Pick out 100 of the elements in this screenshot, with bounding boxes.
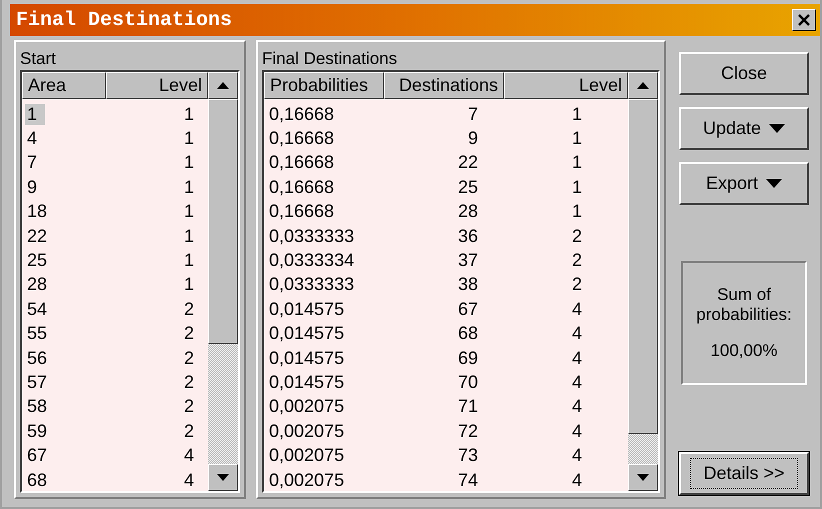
caret-icon [766,179,782,188]
table-cell: 0,014575 [269,348,344,369]
column-header[interactable]: Level [106,72,208,99]
table-cell: 0,0333333 [269,226,354,247]
table-cell: 58 [27,396,48,418]
group-label: Start [20,50,56,68]
table-cell: 70 [458,372,478,393]
column-header[interactable]: Area [22,72,106,99]
column-header[interactable]: Probabilities [264,72,384,99]
table-cell: 0,014575 [269,372,344,393]
scrollbar-thumb[interactable] [208,99,238,344]
table-cell: 2 [572,226,582,247]
table-cell: 0,002075 [269,470,344,491]
table-cell: 37 [458,250,478,272]
table-cell: 2 [572,250,582,272]
close-button[interactable]: Close [679,52,809,95]
sum-label: Sum of probabilities: [695,285,793,325]
table-cell: 2 [184,420,194,442]
table-cell: 1 [184,128,194,150]
table-cell: 0,002075 [269,420,344,442]
table-cell: 2 [184,298,194,320]
table-cell: 68 [27,470,48,491]
table-cell: 71 [458,396,478,418]
table-cell: 0,16668 [269,152,334,174]
table-cell: 0,0333334 [269,250,354,272]
table-cell: 18 [27,201,48,222]
scroll-up-icon[interactable] [628,72,658,99]
table-cell: 73 [458,445,478,466]
table-cell: 0,0333333 [269,274,354,296]
table-cell: 1 [184,201,194,222]
sum-value: 100,00% [710,341,778,361]
table-cell: 9 [27,176,38,198]
table-cell: 1 [25,104,46,125]
table-cell: 0,16668 [269,128,334,150]
table-cell: 2 [184,372,194,393]
table-cell: 4 [27,128,38,150]
menu-button[interactable]: Update [679,107,809,150]
close-icon[interactable] [792,9,816,31]
table-cell: 67 [27,445,48,466]
scroll-down-icon[interactable] [208,464,238,491]
table-cell: 4 [572,470,582,491]
table-cell: 25 [27,250,48,272]
column-header[interactable]: Destinations [384,72,504,99]
table-cell: 0,002075 [269,396,344,418]
table-cell: 2 [184,323,194,344]
table-cell: 1 [184,152,194,174]
table-cell: 1 [572,128,582,150]
column-header[interactable]: Level [504,72,628,99]
table-cell: 1 [184,104,194,125]
table-cell: 1 [184,176,194,198]
table-cell: 0,16668 [269,201,334,222]
table-cell: 0,002075 [269,445,344,466]
table-cell: 2 [184,396,194,418]
table-cell: 9 [468,128,478,150]
table-cell: 57 [27,372,48,393]
table-cell: 7 [468,104,478,125]
scroll-up-icon[interactable] [208,72,238,99]
table-cell: 4 [572,298,582,320]
table-cell: 1 [184,250,194,272]
table-cell: 22 [458,152,478,174]
table-cell: 0,014575 [269,323,344,344]
table-cell: 4 [572,372,582,393]
table-cell: 28 [27,274,48,296]
window-title: Final Destinations [16,8,232,32]
table-cell: 74 [458,470,478,491]
table-cell: 4 [184,470,194,491]
table-cell: 1 [572,176,582,198]
table-cell: 25 [458,176,478,198]
table-cell: 59 [27,420,48,442]
table-cell: 54 [27,298,48,320]
table-cell: 1 [184,226,194,247]
table-cell: 38 [458,274,478,296]
table-cell: 4 [572,445,582,466]
table-cell: 1 [572,201,582,222]
table-cell: 4 [572,420,582,442]
table-cell: 72 [458,420,478,442]
table-cell: 7 [27,152,38,174]
table-cell: 67 [458,298,478,320]
group-label: Final Destinations [262,50,398,68]
table-cell: 28 [458,201,478,222]
caret-icon [769,124,786,133]
table-cell: 55 [27,323,48,344]
table-cell: 0,014575 [269,298,344,320]
table-cell: 69 [458,348,478,369]
scrollbar-thumb[interactable] [628,99,658,434]
table-cell: 36 [458,226,478,247]
table-cell: 22 [27,226,48,247]
table-cell: 4 [184,445,194,466]
scroll-down-icon[interactable] [628,464,658,491]
table-cell: 1 [572,152,582,174]
table-cell: 4 [572,323,582,344]
table-cell: 4 [572,348,582,369]
menu-button[interactable]: Export [679,162,809,205]
table-cell: 1 [184,274,194,296]
table-cell: 56 [27,348,48,369]
table-cell: 0,16668 [269,104,334,125]
table-cell: 4 [572,396,582,418]
details-button[interactable]: Details >> [679,452,809,495]
table-cell: 1 [572,104,582,125]
table-cell: 68 [458,323,478,344]
